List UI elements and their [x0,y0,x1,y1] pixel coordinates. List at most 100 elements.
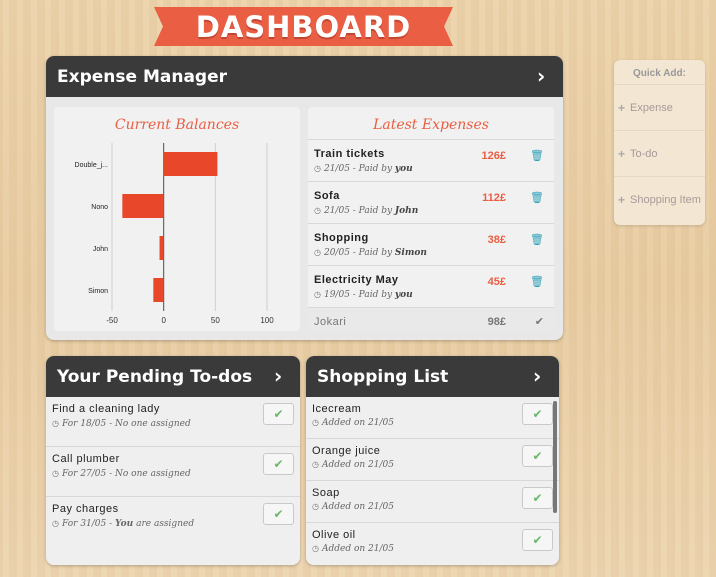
todo-meta: ◷ For 31/05 - You are assigned [52,519,195,529]
quick-add-todo[interactable]: + To-do [614,130,705,176]
expense-name: Shopping [314,232,369,244]
check-item-button[interactable]: ✔ [522,445,553,467]
clock-icon: ◷ [52,469,59,478]
chevron-right-icon[interactable]: › [533,366,547,386]
expense-amount: 45£ [487,276,506,288]
expense-name: Jokari [314,316,347,328]
bar [122,194,164,218]
expense-name: Train tickets [314,148,385,160]
clock-icon: ◷ [312,460,319,469]
expense-row[interactable]: Electricity May ◷ 19/05 - Paid by you 45£… [308,266,554,308]
expense-meta: ◷ 21/05 - Paid by John [314,206,419,216]
x-tick-label: 50 [211,316,220,325]
quick-add-title: Quick Add: [633,68,686,79]
todo-name: Find a cleaning lady [52,403,160,415]
shopping-panel: Shopping List › Icecream ◷ Added on 21/05… [306,356,559,565]
check-item-button[interactable]: ✔ [522,403,553,425]
shopping-title: Shopping List [317,366,449,387]
shopping-row[interactable]: Olive oil ◷ Added on 21/05 ✔ [306,523,559,565]
shopping-item-name: Icecream [312,403,362,415]
clock-icon: ◷ [52,419,59,428]
expense-amount: 38£ [487,234,506,246]
plus-icon: + [618,146,626,161]
current-balances-title: Current Balances [114,117,240,133]
shopping-row[interactable]: Icecream ◷ Added on 21/05 ✔ [306,397,559,439]
trash-icon[interactable]: 🗑 [530,275,544,288]
expense-meta: ◷ 21/05 - Paid by you [314,164,413,174]
expense-manager-panel: Expense Manager › Current Balances -50 0 5… [46,56,563,340]
todo-meta: ◷ For 27/05 - No one assigned [52,469,191,479]
complete-todo-button[interactable]: ✔ [263,503,294,525]
expense-manager-header[interactable]: Expense Manager › [46,56,563,97]
todo-row[interactable]: Pay charges ◷ For 31/05 - You are assigne… [46,497,300,547]
plus-icon: + [618,100,626,115]
todos-header[interactable]: Your Pending To-dos › [46,356,300,397]
shopping-row[interactable]: Soap ◷ Added on 21/05 ✔ [306,481,559,523]
category-label: Nono [91,204,108,211]
chevron-right-icon[interactable]: › [274,366,288,386]
clock-icon: ◷ [312,544,319,553]
quick-add-panel: Quick Add: + Expense + To-do + Shopping Ite… [614,60,705,225]
todo-name: Pay charges [52,503,119,515]
todo-meta: ◷ For 18/05 - No one assigned [52,419,191,429]
category-label: Simon [88,288,108,295]
shopping-row[interactable]: Orange juice ◷ Added on 21/05 ✔ [306,439,559,481]
shopping-item-name: Orange juice [312,445,381,457]
shopping-header[interactable]: Shopping List › [306,356,559,397]
shopping-item-meta: ◷ Added on 21/05 [312,502,394,512]
category-label: John [93,246,108,253]
x-tick-label: 0 [161,316,166,325]
expense-amount: 98£ [487,316,506,328]
expense-meta: ◷ 20/05 - Paid by Simon [314,248,427,258]
page-title: DASHBOARD [195,9,412,44]
current-balances-card: Current Balances -50 0 50 100 Double_j... Non… [54,107,300,331]
check-icon[interactable]: ✔ [535,315,544,328]
clock-icon: ◷ [312,418,319,427]
expense-row[interactable]: Sofa ◷ 21/05 - Paid by John 112£ 🗑 [308,182,554,224]
complete-todo-button[interactable]: ✔ [263,403,294,425]
bar [153,278,164,302]
expense-manager-title: Expense Manager [57,66,227,87]
latest-expenses-title: Latest Expenses [373,117,489,133]
latest-expenses-card: Latest Expenses Train tickets ◷ 21/05 - P… [308,107,554,331]
expense-row[interactable]: Train tickets ◷ 21/05 - Paid by you 126£ … [308,140,554,182]
shopping-item-name: Soap [312,487,340,499]
expense-name: Sofa [314,190,340,202]
clock-icon: ◷ [52,519,59,528]
complete-todo-button[interactable]: ✔ [263,453,294,475]
expense-amount: 126£ [481,150,506,162]
x-tick-label: -50 [106,316,118,325]
trash-icon[interactable]: 🗑 [530,149,544,162]
shopping-item-name: Olive oil [312,529,356,541]
clock-icon: ◷ [314,164,321,173]
quick-add-expense[interactable]: + Expense [614,84,705,130]
shopping-item-meta: ◷ Added on 21/05 [312,418,394,428]
clock-icon: ◷ [314,248,321,257]
expense-row[interactable]: Jokari 98£ ✔ [308,308,554,331]
shopping-item-meta: ◷ Added on 21/05 [312,460,394,470]
expense-amount: 112£ [482,192,506,204]
shopping-item-meta: ◷ Added on 21/05 [312,544,394,554]
todo-row[interactable]: Call plumber ◷ For 27/05 - No one assigne… [46,447,300,497]
expense-meta: ◷ 19/05 - Paid by you [314,290,413,300]
todo-name: Call plumber [52,453,120,465]
quick-add-shopping-item[interactable]: + Shopping Item [614,176,705,222]
clock-icon: ◷ [314,206,321,215]
balance-chart: -50 0 50 100 Double_j... Nono John Simon [75,143,274,325]
dashboard-banner: DASHBOARD [154,7,453,46]
x-tick-label: 100 [260,316,274,325]
clock-icon: ◷ [312,502,319,511]
bar [159,236,164,260]
todo-row[interactable]: Find a cleaning lady ◷ For 18/05 - No one… [46,397,300,447]
shopping-scrollbar[interactable] [553,401,557,513]
check-item-button[interactable]: ✔ [522,487,553,509]
trash-icon[interactable]: 🗑 [530,233,544,246]
clock-icon: ◷ [314,290,321,299]
chevron-right-icon[interactable]: › [537,66,551,86]
todos-title: Your Pending To-dos [57,366,253,387]
expense-row[interactable]: Shopping ◷ 20/05 - Paid by Simon 38£ 🗑 [308,224,554,266]
bar [163,152,218,176]
trash-icon[interactable]: 🗑 [530,191,544,204]
category-label: Double_j... [75,162,109,169]
check-item-button[interactable]: ✔ [522,529,553,551]
